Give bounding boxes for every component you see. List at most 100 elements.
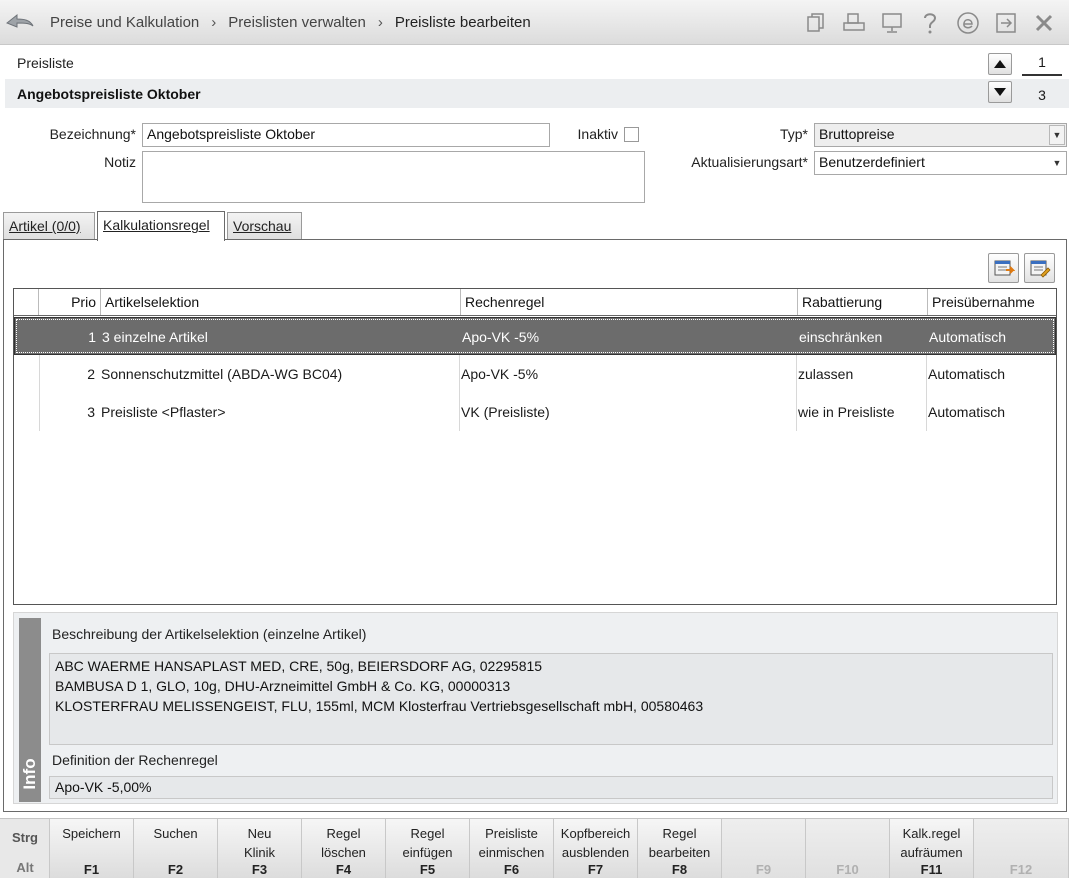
fkey-f12-button: F12 — [974, 819, 1069, 878]
pricelist-section-label: Preisliste — [17, 55, 74, 71]
table-row[interactable]: 1 3 einzelne Artikel Apo-VK -5% einschrä… — [14, 317, 1056, 355]
fkey-f4-button[interactable]: Regel löschen F4 — [302, 819, 386, 878]
fkey-f10-button: F10 — [806, 819, 890, 878]
tab-vorschau-label: Vorschau — [233, 218, 292, 234]
bezeichnung-label: Bezeichnung* — [49, 126, 136, 142]
notiz-textarea[interactable] — [142, 151, 645, 203]
close-icon[interactable] — [1025, 8, 1063, 38]
cell-artikelselektion: Sonnenschutzmittel (ABDA-WG BC04) — [101, 366, 343, 382]
modifier-alt[interactable]: Alt — [0, 860, 50, 875]
modifier-strg[interactable]: Strg — [0, 830, 50, 845]
aktualisierungsart-select[interactable]: Benutzerdefiniert ▼ — [814, 151, 1067, 175]
e-icon[interactable] — [949, 8, 987, 38]
cell-preisuebernahme: Automatisch — [929, 329, 1007, 345]
column-header-prio[interactable]: Prio — [39, 289, 101, 315]
column-header-marker — [14, 289, 39, 315]
cell-rechenregel: VK (Preisliste) — [461, 404, 550, 420]
column-header-rechenregel[interactable]: Rechenregel — [461, 289, 798, 315]
fkey-number: F7 — [587, 862, 604, 877]
fkey-number: F12 — [1009, 862, 1033, 877]
fkey-number: F4 — [335, 862, 352, 877]
title-bar: Preise und Kalkulation › Preislisten verwa… — [0, 0, 1069, 45]
toolbar-icons — [797, 8, 1063, 38]
typ-select-value: Bruttopreise — [819, 126, 895, 142]
inaktiv-checkbox[interactable] — [624, 127, 639, 142]
fkey-number: F5 — [419, 862, 436, 877]
cell-preisuebernahme: Automatisch — [928, 404, 1006, 420]
fkey-number: F6 — [503, 862, 520, 877]
table-row[interactable]: 2 Sonnenschutzmittel (ABDA-WG BC04) Apo-… — [14, 355, 1056, 393]
export-icon[interactable] — [987, 8, 1025, 38]
fkey-f6-button[interactable]: Preisliste einmischen F6 — [470, 819, 554, 878]
column-header-rabattierung[interactable]: Rabattierung — [798, 289, 928, 315]
fkey-f7-button[interactable]: Kopfbereich ausblenden F7 — [554, 819, 638, 878]
info-strip: Info — [19, 618, 41, 802]
fkey-number: F11 — [920, 862, 943, 877]
fkey-label: Kopfbereich ausblenden — [560, 826, 631, 860]
cell-rechenregel: Apo-VK -5% — [461, 366, 539, 382]
back-arrow-icon[interactable] — [4, 8, 36, 36]
rules-table: Prio Artikelselektion Rechenregel Rabatt… — [13, 288, 1057, 605]
import-rule-button[interactable] — [988, 253, 1019, 283]
page-total: 3 — [1038, 87, 1046, 103]
chevron-down-icon: ▼ — [1052, 158, 1062, 168]
copy-icon[interactable] — [797, 8, 835, 38]
cell-rechenregel: Apo-VK -5% — [462, 329, 540, 345]
fkey-label: Suchen — [153, 826, 198, 841]
cell-rabattierung: wie in Preisliste — [798, 404, 895, 420]
fkey-f8-button[interactable]: Regel bearbeiten F8 — [638, 819, 722, 878]
selection-description-box: ABC WAERME HANSAPLAST MED, CRE, 50g, BEI… — [49, 653, 1053, 745]
table-header: Prio Artikelselektion Rechenregel Rabatt… — [14, 289, 1056, 316]
cell-artikelselektion: Preisliste <Pflaster> — [101, 404, 226, 420]
modifier-keys: Strg Alt — [0, 819, 50, 878]
pricelist-title: Angebotspreisliste Oktober — [17, 86, 201, 102]
breadcrumb-separator: › — [377, 14, 383, 31]
tab-vorschau[interactable]: Vorschau — [227, 212, 302, 240]
monitor-icon[interactable] — [873, 8, 911, 38]
tab-artikel[interactable]: Artikel (0/0) — [3, 212, 95, 240]
column-header-preisuebernahme[interactable]: Preisübernahme — [928, 289, 1058, 315]
breadcrumb-item-2[interactable]: Preislisten verwalten — [228, 14, 366, 31]
cell-prio: 3 — [87, 404, 95, 420]
edit-rule-button[interactable] — [1024, 253, 1055, 283]
bezeichnung-input[interactable]: Angebotspreisliste Oktober — [142, 123, 550, 147]
info-strip-label: Info — [20, 758, 39, 790]
fkey-label: Kalk.regel aufräumen — [900, 826, 963, 860]
info-panel: Info Beschreibung der Artikelselektion (… — [13, 612, 1058, 804]
fkey-number: F1 — [83, 862, 100, 877]
fkey-label: Neu Klinik — [243, 826, 276, 860]
breadcrumb-item-current: Preisliste bearbeiten — [394, 14, 531, 31]
cell-rabattierung: einschränken — [799, 329, 883, 345]
tab-kalkulationsregel[interactable]: Kalkulationsregel — [97, 211, 225, 241]
cell-preisuebernahme: Automatisch — [928, 366, 1006, 382]
import-icon — [994, 260, 1015, 276]
fkey-f2-button[interactable]: Suchen F2 — [134, 819, 218, 878]
help-icon[interactable] — [911, 8, 949, 38]
print-icon[interactable] — [835, 8, 873, 38]
function-key-bar: Strg Alt Speichern F1 Suchen F2 Neu Klinik F3… — [0, 818, 1069, 878]
typ-select[interactable]: Bruttopreise ▼ — [814, 123, 1067, 147]
next-record-button[interactable] — [988, 81, 1012, 103]
selection-item: ABC WAERME HANSAPLAST MED, CRE, 50g, BEI… — [55, 658, 543, 674]
fkey-label: Preisliste einmischen — [478, 826, 545, 860]
breadcrumb-item-1[interactable]: Preise und Kalkulation — [50, 14, 199, 31]
previous-record-button[interactable] — [988, 53, 1012, 75]
triangle-up-icon — [994, 60, 1006, 68]
fkey-number: F8 — [671, 862, 688, 877]
cell-prio: 2 — [87, 366, 95, 382]
selection-description-heading: Beschreibung der Artikelselektion (einze… — [52, 626, 367, 642]
fkey-number: F10 — [836, 862, 859, 877]
cell-rabattierung: zulassen — [798, 366, 854, 382]
rule-definition-heading: Definition der Rechenregel — [52, 752, 218, 768]
fkey-f5-button[interactable]: Regel einfügen F5 — [386, 819, 470, 878]
fkey-number: F3 — [251, 862, 268, 877]
cell-artikelselektion: 3 einzelne Artikel — [102, 329, 208, 345]
fkey-f3-button[interactable]: Neu Klinik F3 — [218, 819, 302, 878]
fkey-f11-button[interactable]: Kalk.regel aufräumen F11 — [890, 819, 974, 878]
fkey-f1-button[interactable]: Speichern F1 — [50, 819, 134, 878]
page-current: 1 — [1022, 54, 1062, 76]
table-row[interactable]: 3 Preisliste <Pflaster> VK (Preisliste) … — [14, 393, 1056, 431]
column-header-artikelselektion[interactable]: Artikelselektion — [101, 289, 461, 315]
inaktiv-label: Inaktiv — [577, 126, 618, 142]
fkey-label: Regel einfügen — [402, 826, 453, 860]
